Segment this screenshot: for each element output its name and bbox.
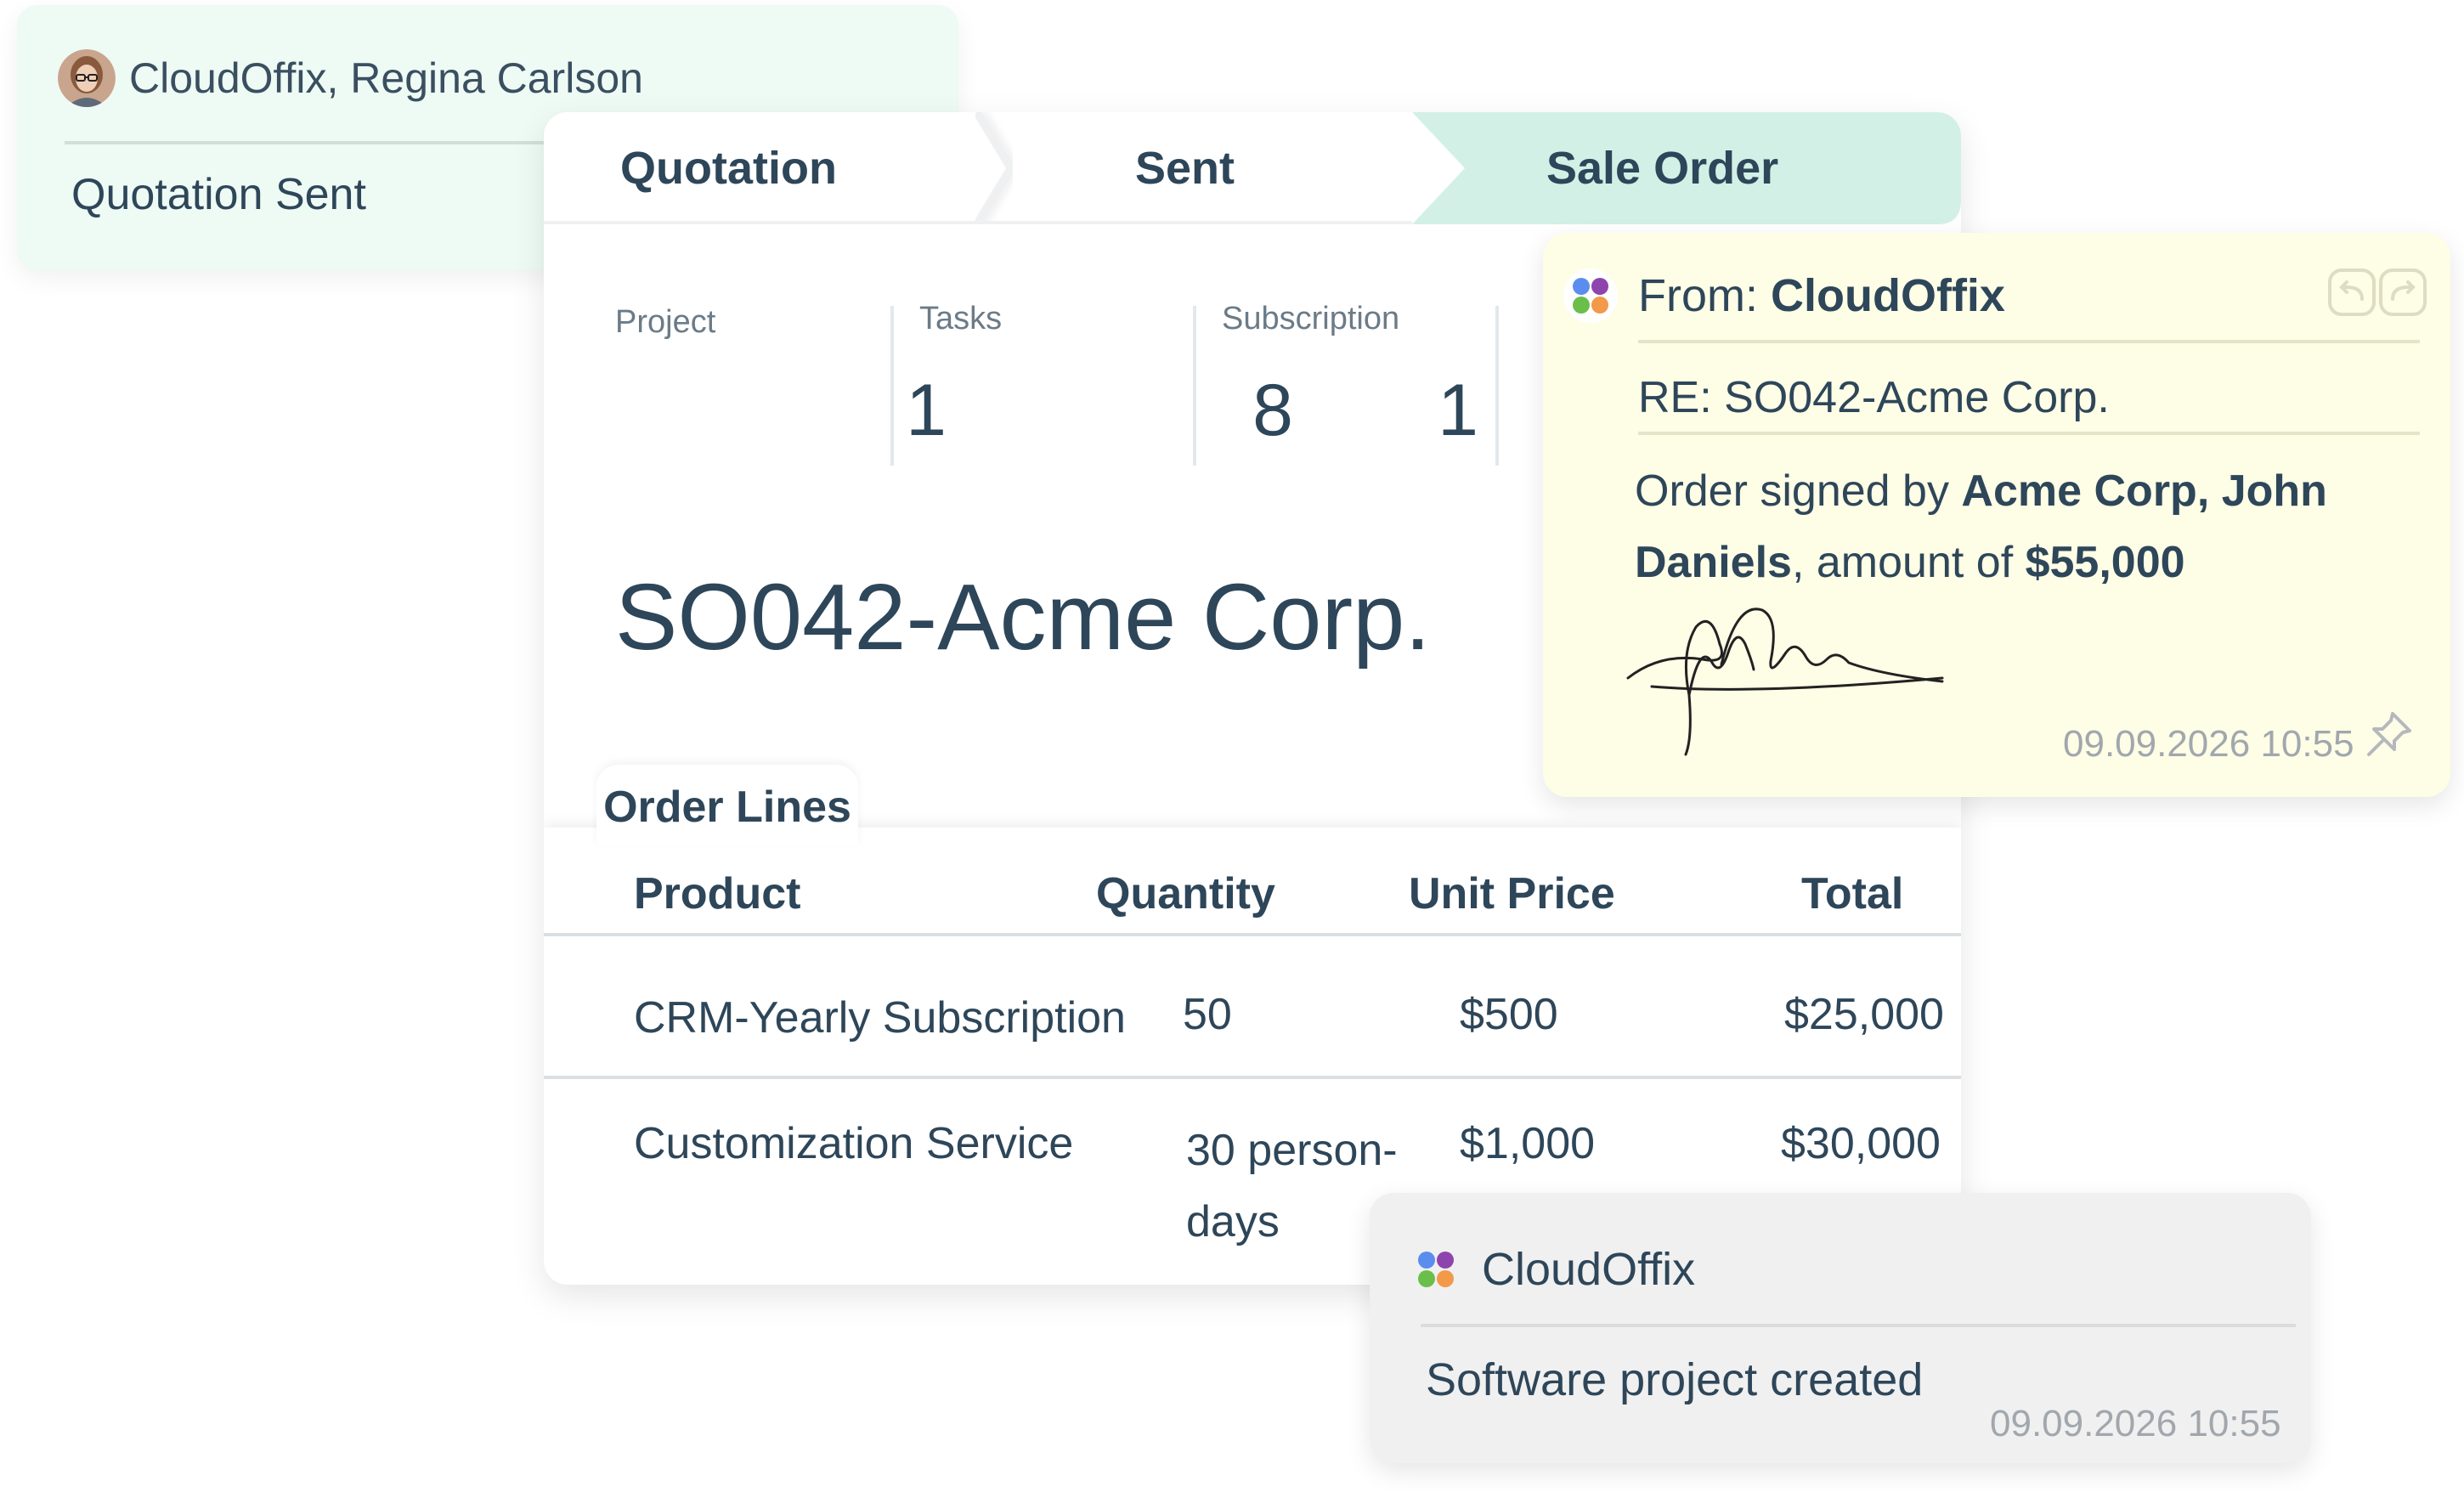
header-divider xyxy=(544,933,1961,936)
forward-icon[interactable] xyxy=(2379,268,2427,316)
cell-quantity-continued: days xyxy=(1186,1197,1280,1246)
tab-order-lines[interactable]: Order Lines xyxy=(596,765,858,846)
system-note-timestamp: 09.09.2026 10:55 xyxy=(1990,1403,2281,1444)
subscription-count: 1 xyxy=(1438,370,1478,451)
body-prefix: Order signed by xyxy=(1635,466,1962,516)
smart-button-separator xyxy=(890,306,894,466)
cell-total: $30,000 xyxy=(1781,1119,1941,1168)
stage-sale-order[interactable]: Sale Order xyxy=(1546,112,1778,224)
email-divider xyxy=(1638,340,2420,343)
body-middle: , amount of xyxy=(1791,538,2026,587)
column-header-quantity[interactable]: Quantity xyxy=(1096,863,1275,924)
cell-total: $25,000 xyxy=(1784,990,1944,1039)
email-from: From: CloudOffix xyxy=(1638,265,2005,326)
cell-quantity: 50 xyxy=(1183,990,1232,1039)
cell-unit-price: $1,000 xyxy=(1460,1119,1596,1168)
order-amount: $55,000 xyxy=(2025,538,2185,587)
cloudoffix-logo-icon xyxy=(1563,268,1618,323)
system-note-author: CloudOffix xyxy=(1482,1244,1696,1295)
email-divider xyxy=(1638,432,2420,435)
system-note-message: Software project created xyxy=(1426,1354,1924,1405)
system-note-divider xyxy=(1421,1324,2296,1327)
subscription-label: Subscription xyxy=(1222,301,1400,336)
email-body: Order signed by Acme Corp, John Daniels,… xyxy=(1635,455,2399,598)
activity-divider xyxy=(65,141,574,144)
signature-image xyxy=(1626,608,1944,756)
tasks-count: 8 xyxy=(1252,370,1293,451)
system-note-card: CloudOffix Software project created 09.0… xyxy=(1370,1193,2311,1463)
activity-event: Quotation Sent xyxy=(71,170,366,219)
email-subject: RE: SO042-Acme Corp. xyxy=(1638,373,2110,422)
column-header-total[interactable]: Total xyxy=(1801,863,1903,924)
stage-sent[interactable]: Sent xyxy=(1135,112,1235,224)
smart-button-separator xyxy=(1495,306,1499,466)
smart-button-separator xyxy=(1193,306,1196,466)
cloudoffix-logo-icon xyxy=(1418,1252,1454,1287)
cell-unit-price: $500 xyxy=(1460,990,1558,1039)
status-bar: Quotation Sent Sale Order xyxy=(544,112,1961,224)
record-title: SO042-Acme Corp. xyxy=(615,565,1431,670)
project-label: Project xyxy=(615,304,716,340)
email-message-card: From: CloudOffix RE: SO042-Acme Corp. Or… xyxy=(1543,233,2450,797)
reply-forward-icons xyxy=(2328,268,2427,316)
page: CloudOffix, Regina Carlson Quotation Sen… xyxy=(0,0,2464,1492)
user-avatar xyxy=(58,49,116,107)
cell-product: CRM-Yearly Subscription xyxy=(634,993,1126,1043)
from-label: From: xyxy=(1638,270,1771,321)
row-divider xyxy=(544,1076,1961,1079)
cell-product: Customization Service xyxy=(634,1119,1074,1168)
tasks-label: Tasks xyxy=(919,301,1003,336)
pin-icon[interactable] xyxy=(2364,709,2415,760)
column-header-unit-price[interactable]: Unit Price xyxy=(1409,863,1615,924)
stage-quotation[interactable]: Quotation xyxy=(620,112,837,224)
from-sender: CloudOffix xyxy=(1771,270,2005,321)
cell-quantity: 30 person- xyxy=(1186,1126,1398,1175)
project-count: 1 xyxy=(906,370,947,451)
activity-author: CloudOffix, Regina Carlson xyxy=(129,54,643,102)
column-header-product[interactable]: Product xyxy=(634,863,800,924)
email-timestamp: 09.09.2026 10:55 xyxy=(2063,723,2354,765)
reply-icon[interactable] xyxy=(2328,268,2376,316)
